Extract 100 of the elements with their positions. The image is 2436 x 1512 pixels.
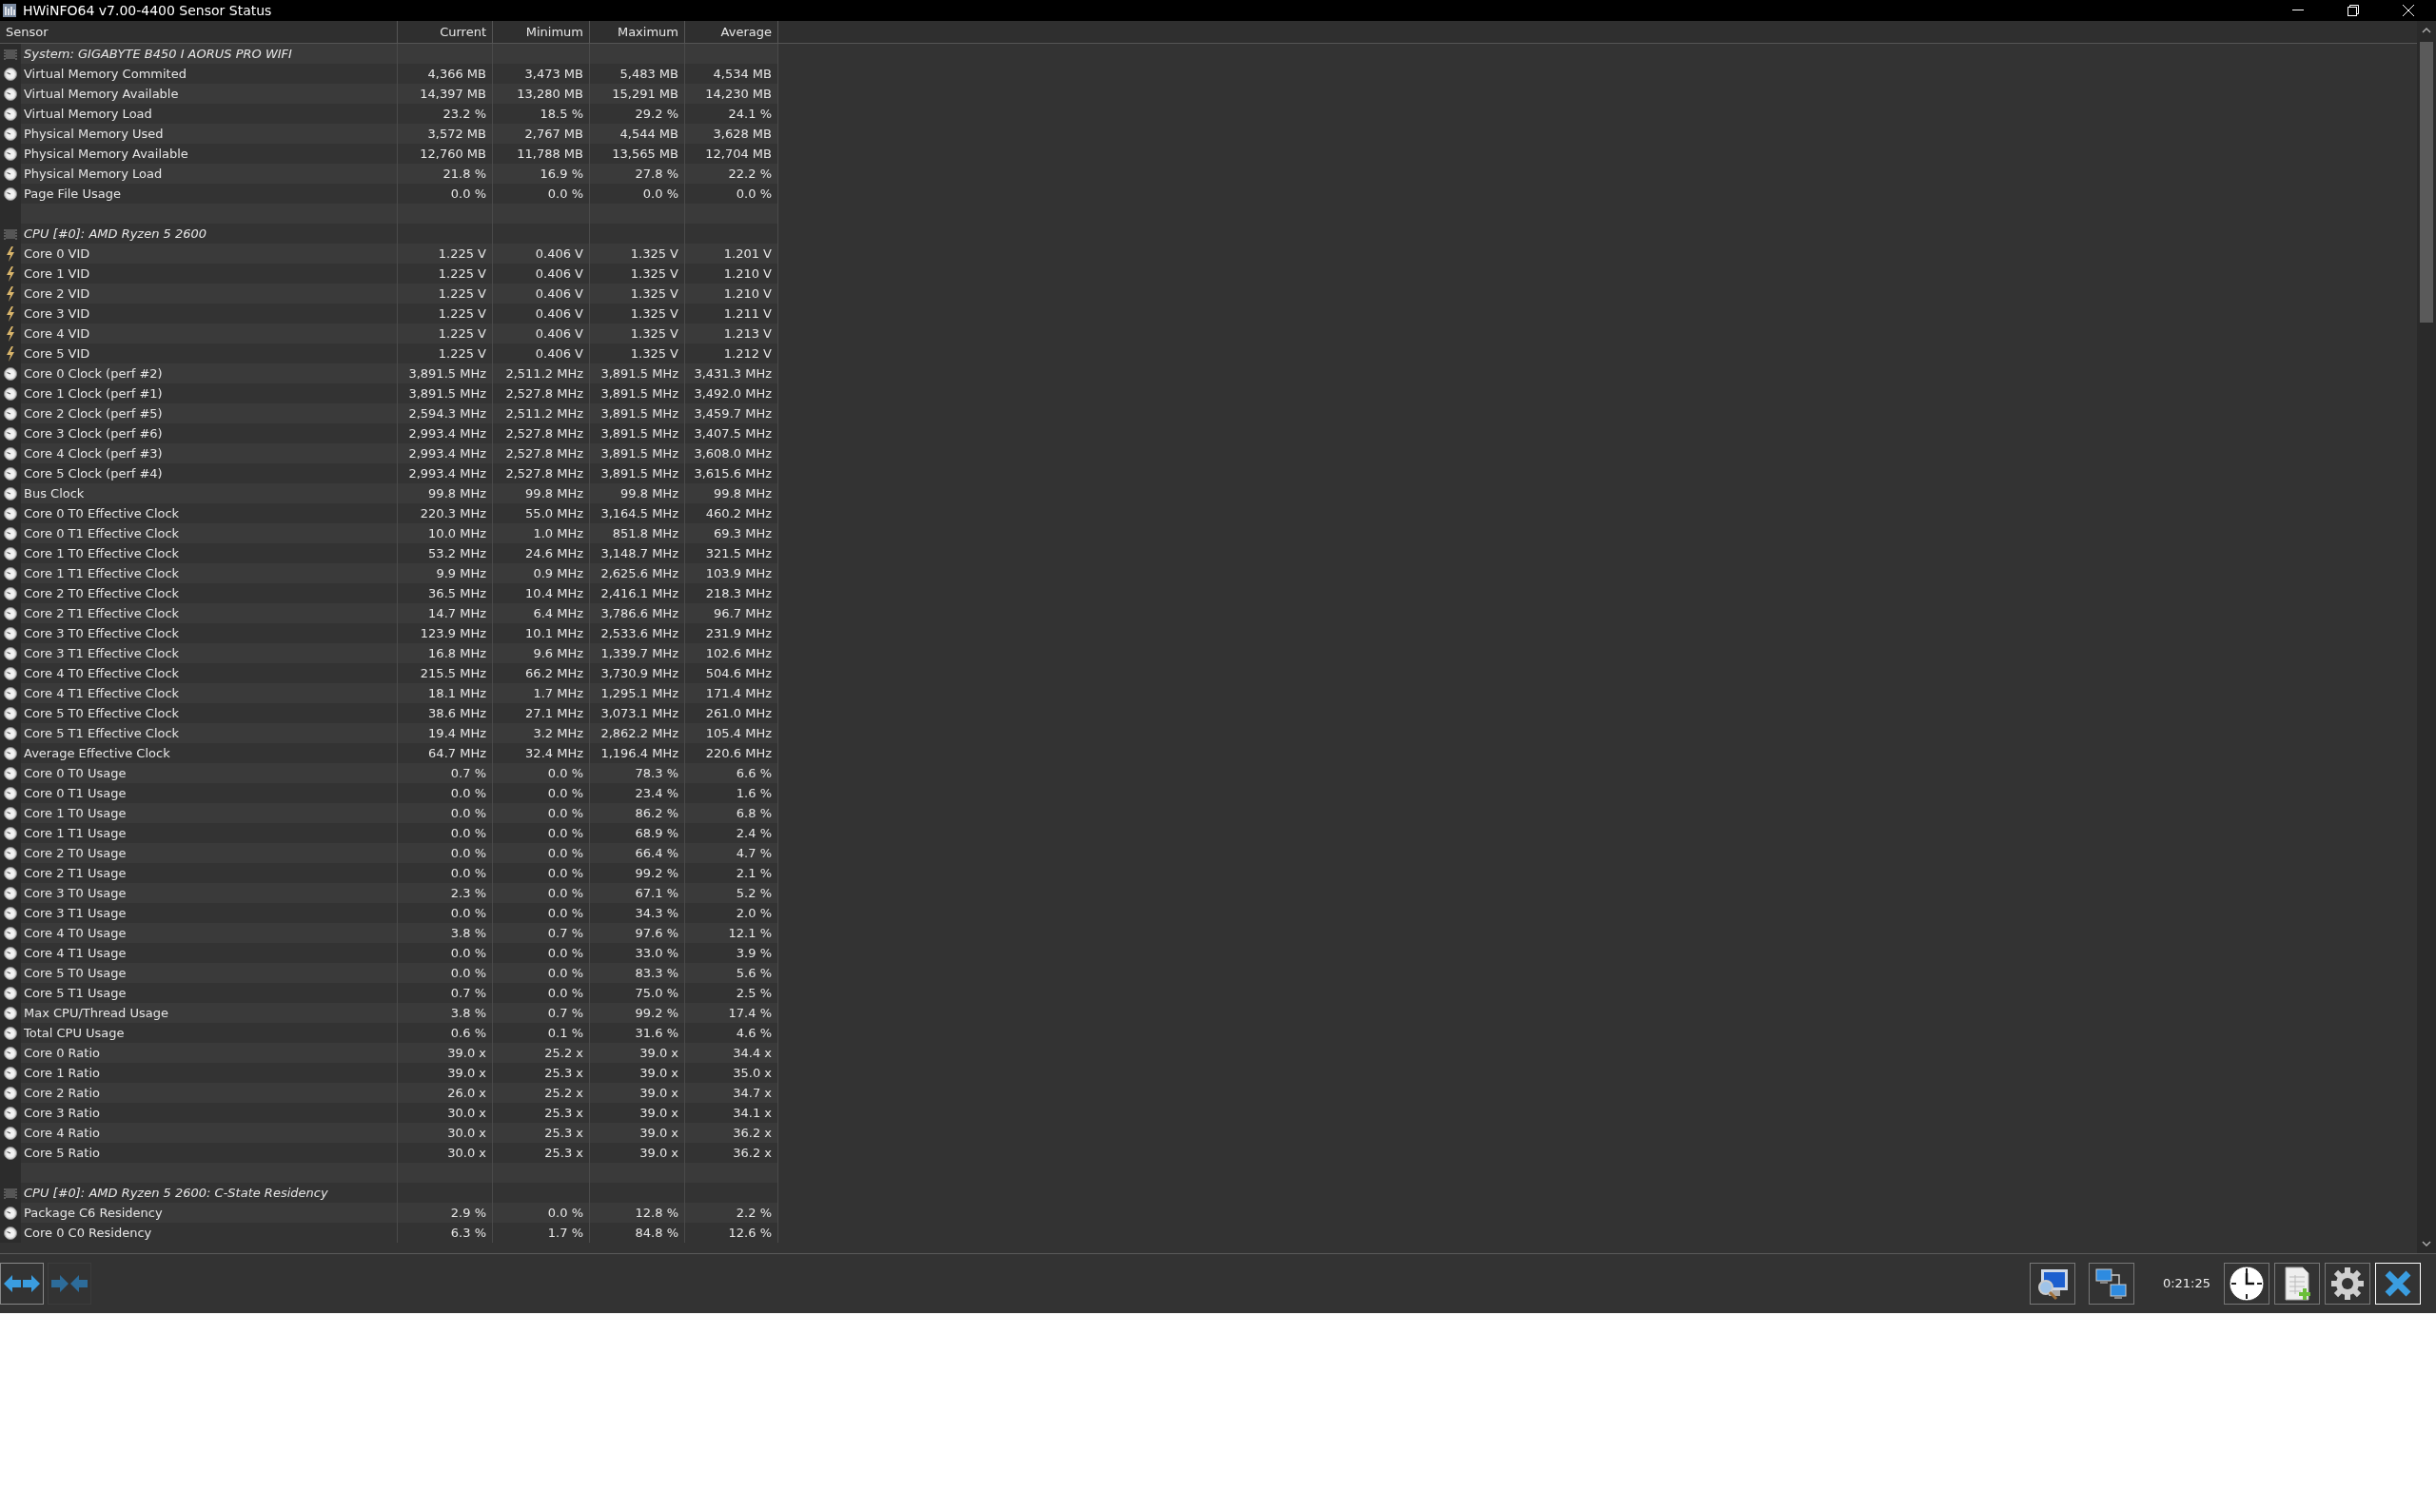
close-icon bbox=[2403, 5, 2414, 16]
scrollbar-thumb[interactable] bbox=[2420, 42, 2433, 323]
sensor-name: Core 5 T0 Usage bbox=[21, 963, 397, 983]
sensor-name: Physical Memory Used bbox=[21, 124, 397, 144]
table-cell: 22.2 % bbox=[685, 164, 778, 184]
sensor-name: Core 3 T1 Effective Clock bbox=[21, 643, 397, 663]
table-cell: 14.7 MHz bbox=[398, 603, 493, 623]
table-cell: 0.0 % bbox=[493, 1203, 590, 1223]
table-cell: 0.0 % bbox=[493, 883, 590, 903]
table-cell: 25.2 x bbox=[493, 1083, 590, 1103]
table-cell: 9.6 MHz bbox=[493, 643, 590, 663]
table-cell: 2,993.4 MHz bbox=[398, 443, 493, 463]
report-button[interactable] bbox=[2274, 1263, 2320, 1305]
table-cell: 18.1 MHz bbox=[398, 683, 493, 703]
table-cell: 99.2 % bbox=[590, 1003, 685, 1023]
table-cell: 67.1 % bbox=[590, 883, 685, 903]
table-cell: 3.8 % bbox=[398, 923, 493, 943]
lightning-icon bbox=[6, 345, 15, 362]
table-cell: 1.225 V bbox=[398, 244, 493, 264]
table-cell: 2,862.2 MHz bbox=[590, 723, 685, 743]
table-cell: 34.4 x bbox=[685, 1043, 778, 1063]
sensor-name: Core 2 Clock (perf #5) bbox=[21, 403, 397, 423]
lightning-icon bbox=[6, 305, 15, 322]
table-cell: 0.0 % bbox=[398, 803, 493, 823]
table-cell: 97.6 % bbox=[590, 923, 685, 943]
table-cell: 39.0 x bbox=[590, 1043, 685, 1063]
scroll-down-icon[interactable] bbox=[2421, 1238, 2432, 1249]
sensor-name: Core 4 T0 Usage bbox=[21, 923, 397, 943]
table-cell: 5.6 % bbox=[685, 963, 778, 983]
table-cell: 2,511.2 MHz bbox=[493, 363, 590, 383]
table-cell: 0.0 % bbox=[398, 963, 493, 983]
table-cell: 1,339.7 MHz bbox=[590, 643, 685, 663]
table-cell: 16.9 % bbox=[493, 164, 590, 184]
sensor-name: Core 0 Ratio bbox=[21, 1043, 397, 1063]
window-title: HWiNFO64 v7.00-4400 Sensor Status bbox=[23, 1, 272, 20]
table-cell: 3,431.3 MHz bbox=[685, 363, 778, 383]
table-cell: 2.2 % bbox=[685, 1203, 778, 1223]
table-cell: 2,527.8 MHz bbox=[493, 443, 590, 463]
table-cell: 99.8 MHz bbox=[685, 483, 778, 503]
settings-button[interactable] bbox=[2325, 1263, 2370, 1305]
settings-icon bbox=[2330, 1267, 2365, 1301]
table-cell: 1.7 MHz bbox=[493, 683, 590, 703]
table-cell: 1.225 V bbox=[398, 284, 493, 304]
table-cell: 1,295.1 MHz bbox=[590, 683, 685, 703]
table-cell: 3,628 MB bbox=[685, 124, 778, 144]
table-cell: 3.8 % bbox=[398, 1003, 493, 1023]
sensor-name: Max CPU/Thread Usage bbox=[21, 1003, 397, 1023]
table-cell: 14,230 MB bbox=[685, 84, 778, 104]
table-cell: 1.225 V bbox=[398, 324, 493, 344]
table-cell: 12.1 % bbox=[685, 923, 778, 943]
network-button[interactable] bbox=[2088, 1263, 2134, 1305]
table-cell: 1.0 MHz bbox=[493, 523, 590, 543]
table-cell: 3.2 MHz bbox=[493, 723, 590, 743]
close-icon bbox=[2384, 1269, 2412, 1298]
table-cell: 36.2 x bbox=[685, 1123, 778, 1143]
table-cell: 2.9 % bbox=[398, 1203, 493, 1223]
close-button[interactable] bbox=[2375, 1263, 2421, 1305]
sensor-name: Core 4 Clock (perf #3) bbox=[21, 443, 397, 463]
table-cell: 3,891.5 MHz bbox=[590, 443, 685, 463]
table-cell: 2,625.6 MHz bbox=[590, 563, 685, 583]
arrows-apart-icon bbox=[3, 1273, 41, 1294]
table-cell: 1.213 V bbox=[685, 324, 778, 344]
table-cell: 83.3 % bbox=[590, 963, 685, 983]
table-cell: 0.9 MHz bbox=[493, 563, 590, 583]
table-cell: 0.0 % bbox=[493, 803, 590, 823]
table-cell: 3,608.0 MHz bbox=[685, 443, 778, 463]
table-cell: 1.325 V bbox=[590, 244, 685, 264]
sensor-name: Core 2 Ratio bbox=[21, 1083, 397, 1103]
sensor-name: Bus Clock bbox=[21, 483, 397, 503]
table-cell: 96.7 MHz bbox=[685, 603, 778, 623]
expand-button[interactable] bbox=[0, 1263, 44, 1305]
table-cell: 0.0 % bbox=[493, 963, 590, 983]
lightning-icon bbox=[6, 245, 15, 262]
lightning-icon bbox=[6, 265, 15, 282]
table-cell: 851.8 MHz bbox=[590, 523, 685, 543]
table-cell: 1.325 V bbox=[590, 324, 685, 344]
table-cell: 99.8 MHz bbox=[398, 483, 493, 503]
table-cell: 2.3 % bbox=[398, 883, 493, 903]
monitor-search-button[interactable] bbox=[2029, 1263, 2075, 1305]
table-cell: 39.0 x bbox=[590, 1123, 685, 1143]
table-cell: 5.2 % bbox=[685, 883, 778, 903]
group-title: System: GIGABYTE B450 I AORUS PRO WIFI bbox=[21, 44, 397, 64]
arrows-together-icon bbox=[50, 1273, 88, 1294]
table-cell: 3,572 MB bbox=[398, 124, 493, 144]
table-cell: 102.6 MHz bbox=[685, 643, 778, 663]
table-cell: 0.7 % bbox=[493, 923, 590, 943]
table-cell: 105.4 MHz bbox=[685, 723, 778, 743]
table-cell: 0.406 V bbox=[493, 244, 590, 264]
table-cell: 1.201 V bbox=[685, 244, 778, 264]
table-cell: 2,594.3 MHz bbox=[398, 403, 493, 423]
table-cell: 6.4 MHz bbox=[493, 603, 590, 623]
network-computers-icon bbox=[2093, 1267, 2129, 1301]
table-cell: 26.0 x bbox=[398, 1083, 493, 1103]
scrollbar[interactable] bbox=[2417, 21, 2436, 1253]
sensor-name: Core 3 T0 Usage bbox=[21, 883, 397, 903]
lightning-icon bbox=[6, 325, 15, 342]
clock-button[interactable] bbox=[2224, 1263, 2269, 1305]
table-cell: 21.8 % bbox=[398, 164, 493, 184]
table-cell: 103.9 MHz bbox=[685, 563, 778, 583]
table-cell: 19.4 MHz bbox=[398, 723, 493, 743]
